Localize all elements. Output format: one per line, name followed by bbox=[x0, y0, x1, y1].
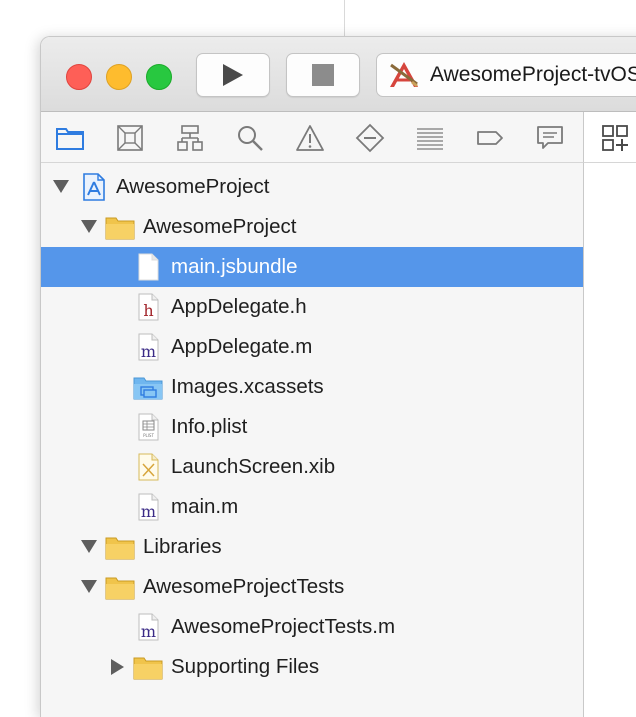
breakpoint-icon[interactable] bbox=[475, 123, 505, 153]
scheme-selector[interactable]: AwesomeProject-tvOS bbox=[376, 53, 636, 97]
xib-file-icon bbox=[138, 453, 159, 481]
tree-row-label: Supporting Files bbox=[171, 655, 320, 678]
tree-row-launchscreen-xib[interactable]: LaunchScreen.xib bbox=[41, 447, 583, 487]
tree-row-appdelegate-m[interactable]: m AppDelegate.m bbox=[41, 327, 583, 367]
play-icon bbox=[223, 64, 243, 86]
editor-jump-bar bbox=[584, 112, 636, 163]
group-folder-icon bbox=[105, 537, 135, 560]
debug-list-icon[interactable] bbox=[415, 123, 445, 153]
tree-row-awesomeproject-project[interactable]: AwesomeProject bbox=[41, 167, 583, 207]
tree-row-awesomeprojecttests[interactable]: AwesomeProjectTests bbox=[41, 567, 583, 607]
tree-row-label: AwesomeProjectTests.m bbox=[171, 615, 396, 638]
svg-text:m: m bbox=[141, 342, 156, 361]
xcode-window: AwesomeProject-tvOS AwesomeProject Aweso… bbox=[40, 36, 636, 717]
folder-icon[interactable] bbox=[55, 123, 85, 153]
tree-row-label: main.m bbox=[171, 495, 239, 518]
minimize-button[interactable] bbox=[106, 64, 132, 90]
tree-row-label: LaunchScreen.xib bbox=[171, 455, 336, 478]
stop-button[interactable] bbox=[286, 53, 360, 97]
blank-file-icon bbox=[138, 253, 159, 281]
project-icon bbox=[83, 173, 105, 201]
run-button[interactable] bbox=[196, 53, 270, 97]
objc-file-icon: m bbox=[138, 493, 159, 521]
asset-catalog-icon bbox=[133, 377, 163, 400]
tree-row-label: main.jsbundle bbox=[171, 255, 298, 278]
tree-row-label: Info.plist bbox=[171, 415, 248, 438]
test-diamond-icon[interactable] bbox=[355, 123, 385, 153]
group-folder-icon bbox=[105, 577, 135, 600]
tree-row-appdelegate-h[interactable]: h AppDelegate.h bbox=[41, 287, 583, 327]
tree-row-awesomeprojecttests-m[interactable]: m AwesomeProjectTests.m bbox=[41, 607, 583, 647]
toolbar: AwesomeProject-tvOS bbox=[41, 37, 636, 112]
warning-icon[interactable] bbox=[295, 123, 325, 153]
tree-row-label: AppDelegate.h bbox=[171, 295, 307, 318]
navigator-selector-bar bbox=[41, 112, 584, 163]
tree-row-main-jsbundle[interactable]: main.jsbundle bbox=[41, 247, 583, 287]
tree-row-libraries[interactable]: Libraries bbox=[41, 527, 583, 567]
svg-text:h: h bbox=[143, 301, 153, 320]
background-divider bbox=[344, 0, 345, 36]
tree-row-label: AwesomeProject bbox=[116, 175, 270, 198]
tree-row-label: AwesomeProject bbox=[143, 215, 297, 238]
disclosure-expanded-icon[interactable] bbox=[81, 540, 97, 553]
objc-file-icon: m bbox=[138, 613, 159, 641]
objc-file-icon: m bbox=[138, 333, 159, 361]
tree-row-label: Libraries bbox=[143, 535, 222, 558]
disclosure-expanded-icon[interactable] bbox=[81, 220, 97, 233]
close-button[interactable] bbox=[66, 64, 92, 90]
tree-row-label: Images.xcassets bbox=[171, 375, 324, 398]
search-icon[interactable] bbox=[235, 123, 265, 153]
tree-row-supporting-files[interactable]: Supporting Files bbox=[41, 647, 583, 687]
stop-icon bbox=[312, 64, 334, 86]
source-control-icon[interactable] bbox=[115, 123, 145, 153]
svg-text:PLIST: PLIST bbox=[143, 433, 154, 438]
tree-row-info-plist[interactable]: PLIST Info.plist bbox=[41, 407, 583, 447]
group-folder-icon bbox=[133, 657, 163, 680]
report-bubble-icon[interactable] bbox=[535, 123, 565, 153]
tree-row-images-xcassets[interactable]: Images.xcassets bbox=[41, 367, 583, 407]
related-items-grid-icon[interactable] bbox=[601, 124, 629, 152]
zoom-button[interactable] bbox=[146, 64, 172, 90]
project-navigator: AwesomeProject AwesomeProject main.jsbun… bbox=[41, 163, 584, 717]
svg-text:m: m bbox=[141, 622, 156, 641]
disclosure-expanded-icon[interactable] bbox=[53, 180, 69, 193]
svg-text:m: m bbox=[141, 502, 156, 521]
tree-row-label: AppDelegate.m bbox=[171, 335, 313, 358]
tree-row-label: AwesomeProjectTests bbox=[143, 575, 345, 598]
disclosure-collapsed-icon[interactable] bbox=[111, 659, 124, 675]
tree-row-main-m[interactable]: m main.m bbox=[41, 487, 583, 527]
tree-row-awesomeproject-group[interactable]: AwesomeProject bbox=[41, 207, 583, 247]
xcode-app-icon bbox=[390, 62, 418, 87]
hierarchy-icon[interactable] bbox=[175, 123, 205, 153]
plist-file-icon: PLIST bbox=[138, 413, 159, 441]
header-file-icon: h bbox=[138, 293, 159, 321]
disclosure-expanded-icon[interactable] bbox=[81, 580, 97, 593]
scheme-label: AwesomeProject-tvOS bbox=[430, 63, 636, 86]
group-folder-icon bbox=[105, 217, 135, 240]
